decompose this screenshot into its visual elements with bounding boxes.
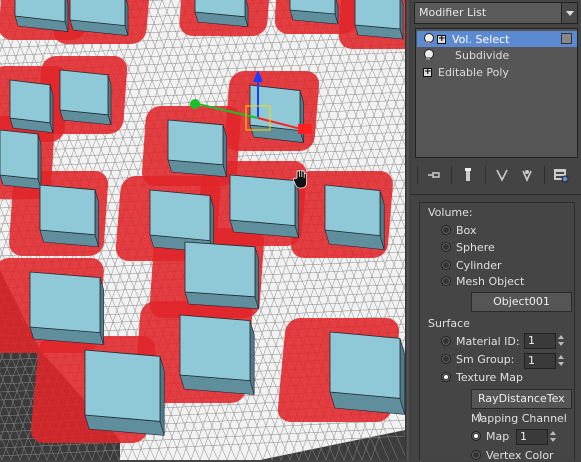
toolbar-divider [544,166,545,184]
viewport-3d[interactable] [0,0,405,460]
modifier-stack[interactable]: + Vol. Select Subdivide + Editable Poly [415,28,578,158]
map-channel-spinner[interactable]: 1 [516,429,548,445]
spinner-arrows-icon[interactable] [557,333,566,349]
gizmo-x-arrow [298,124,312,134]
building-top [229,174,296,227]
building-end [99,277,104,345]
building-top [0,129,39,180]
radio-mesh-object[interactable] [441,276,451,286]
make-unique-icon[interactable] [494,166,511,184]
configure-modifier-sets-icon[interactable] [553,166,570,184]
radio-vertex-color[interactable] [471,450,481,460]
building-top [179,314,251,382]
gizmo-y-arrow [190,99,200,109]
building-top [324,184,381,237]
building-top [184,241,256,298]
texture-map-button[interactable]: RayDistanceTex ) [471,389,572,423]
radio-mesh-object-label: Mesh Object [456,275,525,288]
building-top [149,189,211,242]
toolbar-divider [484,166,486,184]
radio-sm-group[interactable] [441,354,451,364]
stack-toolbar [415,162,578,188]
pin-stack-icon[interactable] [426,166,443,184]
building-top [29,271,101,334]
parameters-rollout: Volume: Box Sphere Cylinder Mesh Object … [419,202,575,462]
spinner-arrows-icon[interactable] [549,429,558,445]
stack-item-subdivide[interactable]: Subdivide [417,47,577,63]
expand-plus-icon[interactable]: + [423,67,432,77]
modifier-list-label: Modifier List [419,6,487,19]
material-id-label: Material ID: [456,335,520,348]
radio-cylinder-label: Cylinder [456,259,502,272]
building-end [249,320,255,395]
pick-object-button[interactable]: Object001 [471,292,572,312]
building-end [159,356,165,436]
modifier-list-dropdown[interactable]: Modifier List [414,2,578,24]
building-top [59,69,109,116]
scene-mesh[interactable] [0,0,405,460]
building-top [329,331,401,399]
building-top [9,79,51,124]
stack-item-editable-poly[interactable]: + Editable Poly [417,64,577,80]
radio-cylinder[interactable] [441,260,451,270]
radio-texture-map[interactable] [441,372,451,382]
building-end [254,246,259,309]
vertex-color-label: Vertex Color [486,449,554,462]
mapping-channel-heading: Mapping Channel [471,412,567,425]
stack-item-label: Vol. Select [452,32,510,46]
volume-heading: Volume: [428,206,473,219]
building-top [354,0,401,30]
show-end-result-icon[interactable] [460,166,477,184]
remove-modifier-icon[interactable] [519,166,536,184]
material-id-spinner[interactable]: 1 [524,333,556,349]
building-top [167,119,224,166]
stack-item-label: Subdivide [455,48,510,62]
expand-plus-icon[interactable]: + [437,34,446,44]
radio-box[interactable] [441,225,451,235]
radio-sphere-label: Sphere [456,241,495,254]
radio-box-label: Box [456,224,477,237]
radio-map-channel[interactable] [471,431,481,441]
modify-panel: Modifier List + Vol. Select Subdivide + … [411,0,581,462]
sm-group-label: Sm Group: [456,353,515,366]
texture-map-label: Texture Map [456,371,523,384]
building-end [107,74,112,125]
building-top [84,349,161,422]
radio-material-id[interactable] [441,336,451,346]
radio-sphere[interactable] [441,242,451,252]
lightbulb-icon[interactable] [423,49,434,61]
spinner-arrows-icon[interactable] [557,353,566,369]
building-top [39,184,96,236]
building-end [37,133,42,190]
lightbulb-icon[interactable] [423,33,434,45]
modifier-swatch-icon [561,33,572,44]
map-channel-label: Map [486,430,510,443]
toolbar-divider [450,166,452,184]
sm-group-spinner[interactable]: 1 [524,353,556,369]
surface-heading: Surface [428,317,470,330]
hand-cursor-icon [293,170,307,189]
stack-item-label: Editable Poly [438,65,509,79]
toolbar-divider [417,166,418,184]
chevron-down-icon[interactable] [561,3,577,23]
stack-item-vol-select[interactable]: + Vol. Select [417,31,577,47]
